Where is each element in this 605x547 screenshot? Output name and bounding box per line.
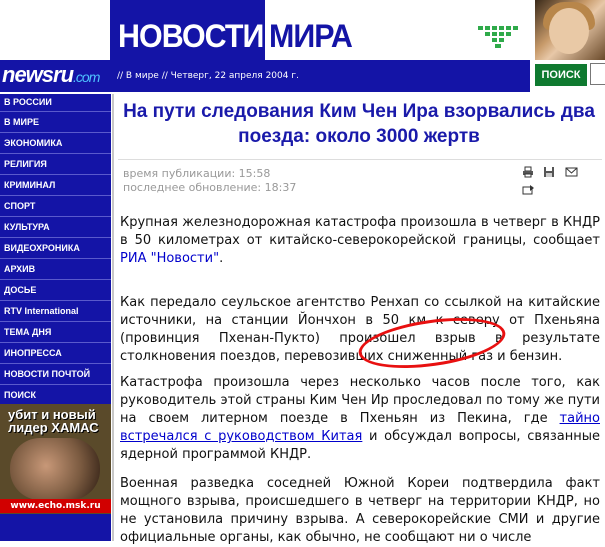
down-arrow-icon	[478, 26, 518, 48]
update-time: последнее обновление: 18:37	[123, 181, 297, 194]
sidebar-item-crime[interactable]: КРИМИНАЛ	[4, 180, 55, 190]
site-title-part1[interactable]: НОВОСТИ	[118, 18, 264, 55]
sidebar-item-archive[interactable]: АРХИВ	[4, 264, 35, 274]
header-photo[interactable]	[535, 0, 605, 60]
sidebar-item-video[interactable]: ВИДЕОХРОНИКА	[4, 243, 80, 253]
sidebar-item-sport[interactable]: СПОРТ	[4, 201, 35, 211]
sidebar-item-inopressa[interactable]: ИНОПРЕССА	[4, 348, 62, 358]
sidebar-divider	[0, 258, 111, 259]
search-input[interactable]	[590, 63, 605, 85]
publish-time: время публикации: 15:58	[123, 167, 271, 180]
sidebar-divider	[0, 384, 111, 385]
headline-divider	[118, 159, 602, 160]
ad-photo[interactable]	[10, 438, 100, 500]
search-button[interactable]: ПОИСК	[535, 64, 587, 86]
sidebar-divider	[0, 363, 111, 364]
sidebar-item-mail[interactable]: НОВОСТИ ПОЧТОЙ	[4, 369, 90, 379]
sidebar-divider	[0, 342, 111, 343]
send-icon[interactable]	[522, 183, 535, 201]
email-icon[interactable]	[565, 165, 578, 183]
save-icon[interactable]	[543, 165, 555, 183]
header: НОВОСТИ МИРА newsru.com // В мире // Чет…	[0, 0, 605, 92]
article-tools	[522, 165, 605, 201]
article-paragraph: Катастрофа произошла через несколько час…	[120, 375, 601, 462]
sidebar-divider	[0, 111, 111, 112]
sidebar-item-russia[interactable]: В РОССИИ	[4, 97, 52, 107]
sidebar-item-world[interactable]: В МИРЕ	[4, 117, 39, 127]
sidebar-divider	[0, 195, 111, 196]
print-icon[interactable]	[522, 165, 534, 183]
sidebar-item-dossier[interactable]: ДОСЬЕ	[4, 285, 36, 295]
sidebar-item-topic[interactable]: ТЕМА ДНЯ	[4, 327, 51, 337]
sidebar-divider	[0, 174, 111, 175]
ad-headline[interactable]: убит и новый лидер ХАМАС	[8, 408, 113, 434]
article-paragraph: Крупная железнодорожная катастрофа произ…	[120, 215, 600, 266]
sidebar-divider	[0, 153, 111, 154]
header-blank	[0, 0, 110, 60]
breadcrumb: // В мире // Четверг, 22 апреля 2004 г.	[117, 71, 299, 81]
sidebar-item-search[interactable]: ПОИСК	[4, 390, 36, 400]
article-headline: На пути следования Ким Чен Ира взорвалис…	[123, 101, 595, 147]
site-title-part2[interactable]: МИРА	[269, 18, 353, 55]
ria-novosti-link[interactable]: РИА "Новости"	[120, 251, 219, 266]
sidebar-divider	[0, 300, 111, 301]
sidebar-divider	[0, 237, 111, 238]
sidebar-divider	[0, 216, 111, 217]
sidebar-divider	[0, 321, 111, 322]
sidebar-item-rtv[interactable]: RTV International	[4, 306, 79, 316]
sidebar-item-culture[interactable]: КУЛЬТУРА	[4, 222, 50, 232]
article-paragraph: Военная разведка соседней Южной Кореи по…	[120, 476, 600, 545]
site-logo[interactable]: newsru.com	[2, 62, 100, 88]
sidebar-divider	[0, 279, 111, 280]
sidebar-item-religion[interactable]: РЕЛИГИЯ	[4, 159, 47, 169]
sidebar-item-economy[interactable]: ЭКОНОМИКА	[4, 138, 62, 148]
column-divider	[112, 94, 114, 541]
sidebar-divider	[0, 132, 111, 133]
ad-url[interactable]: www.echo.msk.ru	[0, 499, 111, 513]
